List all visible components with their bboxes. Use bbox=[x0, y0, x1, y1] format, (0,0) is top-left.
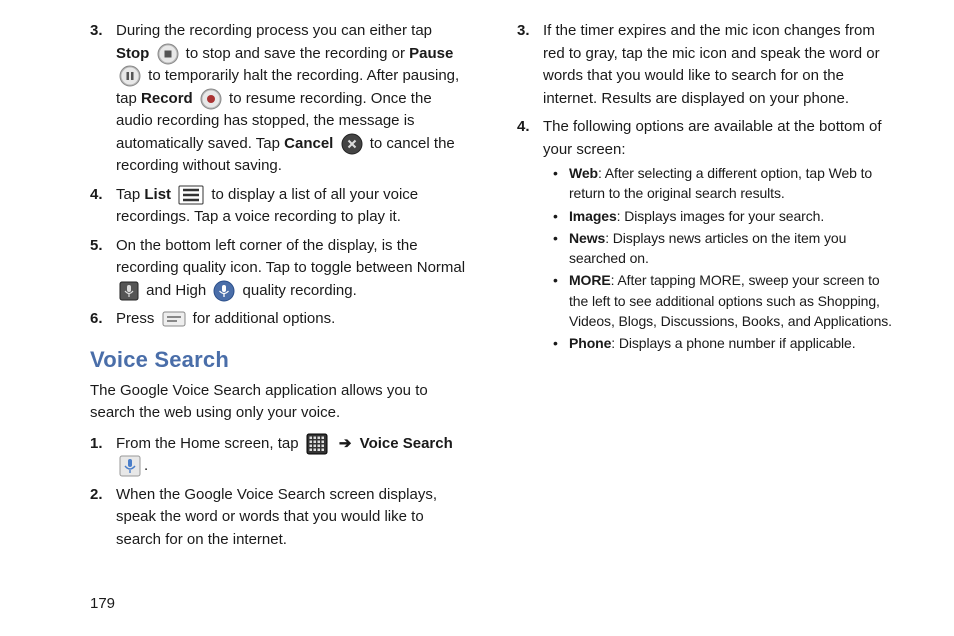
step-number: 3. bbox=[90, 20, 116, 178]
step-body: When the Google Voice Search screen disp… bbox=[116, 484, 467, 552]
record-icon bbox=[200, 88, 222, 110]
text-run: During the recording process you can eit… bbox=[116, 22, 432, 39]
text-run: to stop and save the recording or bbox=[182, 45, 410, 62]
bullet-label: News bbox=[569, 230, 605, 246]
mic-normal-icon bbox=[119, 281, 139, 301]
text-run: The following options are available at t… bbox=[543, 118, 882, 158]
step-number: 1. bbox=[90, 433, 116, 478]
numbered-step: 4. Tap List to display a list of all you… bbox=[90, 184, 467, 229]
text-run bbox=[333, 135, 337, 152]
bold-text: Voice Search bbox=[360, 435, 453, 452]
bold-text: List bbox=[144, 186, 171, 203]
step-body: The following options are available at t… bbox=[543, 116, 894, 356]
section-heading-voice-search: Voice Search bbox=[90, 343, 467, 376]
text-run bbox=[331, 435, 335, 452]
bullet-item: • News: Displays news articles on the it… bbox=[549, 228, 894, 269]
step-number: 3. bbox=[517, 20, 543, 110]
mic-high-icon bbox=[213, 280, 235, 302]
bold-text: Record bbox=[141, 90, 193, 107]
list-icon bbox=[178, 185, 204, 205]
bold-text: Stop bbox=[116, 45, 149, 62]
cancel-icon bbox=[341, 133, 363, 155]
bullet-item: • Phone: Displays a phone number if appl… bbox=[549, 333, 894, 353]
numbered-step: 5. On the bottom left corner of the disp… bbox=[90, 235, 467, 303]
bullet-marker: • bbox=[549, 270, 569, 331]
bullet-text: : Displays news articles on the item you… bbox=[569, 230, 846, 266]
left-column: 3. During the recording process you can … bbox=[40, 20, 467, 580]
right-column: 3. If the timer expires and the mic icon… bbox=[507, 20, 914, 580]
page-number: 179 bbox=[90, 595, 115, 612]
numbered-step: 6. Press for additional options. bbox=[90, 308, 467, 331]
two-column-layout: 3. During the recording process you can … bbox=[40, 20, 914, 580]
step-number: 6. bbox=[90, 308, 116, 331]
bullet-text: : After selecting a different option, ta… bbox=[569, 165, 872, 201]
numbered-step: 2. When the Google Voice Search screen d… bbox=[90, 484, 467, 552]
bullet-label: Images bbox=[569, 208, 617, 224]
pause-icon bbox=[119, 65, 141, 87]
bullet-item: • Images: Displays images for your searc… bbox=[549, 206, 894, 226]
bullet-label: Phone bbox=[569, 335, 611, 351]
bullet-text: : Displays a phone number if applicable. bbox=[611, 335, 855, 351]
bold-text: Pause bbox=[409, 45, 453, 62]
bullet-body: Phone: Displays a phone number if applic… bbox=[569, 333, 894, 353]
text-run: . bbox=[144, 457, 148, 474]
text-run: Press bbox=[116, 310, 159, 327]
bullet-text: : Displays images for your search. bbox=[617, 208, 824, 224]
bullet-marker: • bbox=[549, 206, 569, 226]
section-lead: The Google Voice Search application allo… bbox=[90, 380, 467, 425]
bullet-body: Web: After selecting a different option,… bbox=[569, 163, 894, 204]
text-run bbox=[171, 186, 175, 203]
text-run: From the Home screen, tap bbox=[116, 435, 303, 452]
step-body: On the bottom left corner of the display… bbox=[116, 235, 467, 303]
stop-icon bbox=[157, 43, 179, 65]
text-run: On the bottom left corner of the display… bbox=[116, 237, 465, 277]
step-body: Tap List to display a list of all your v… bbox=[116, 184, 467, 229]
bullet-item: • Web: After selecting a different optio… bbox=[549, 163, 894, 204]
text-run: Tap bbox=[116, 186, 144, 203]
bullet-body: News: Displays news articles on the item… bbox=[569, 228, 894, 269]
step-number: 5. bbox=[90, 235, 116, 303]
bullet-label: MORE bbox=[569, 272, 611, 288]
step-body: During the recording process you can eit… bbox=[116, 20, 467, 178]
text-run: and High bbox=[142, 282, 210, 299]
bullet-marker: • bbox=[549, 333, 569, 353]
numbered-step: 3. If the timer expires and the mic icon… bbox=[517, 20, 894, 110]
voice-search-icon bbox=[119, 455, 141, 477]
bullet-text: : After tapping MORE, sweep your screen … bbox=[569, 272, 892, 329]
bullet-label: Web bbox=[569, 165, 598, 181]
bold-text: Cancel bbox=[284, 135, 333, 152]
text-run bbox=[193, 90, 197, 107]
numbered-step: 1. From the Home screen, tap ➔ Voice Sea… bbox=[90, 433, 467, 478]
step-number: 4. bbox=[517, 116, 543, 356]
bullet-list: • Web: After selecting a different optio… bbox=[543, 163, 894, 354]
bullet-body: MORE: After tapping MORE, sweep your scr… bbox=[569, 270, 894, 331]
text-run: for additional options. bbox=[189, 310, 336, 327]
numbered-step: 4. The following options are available a… bbox=[517, 116, 894, 356]
step-body: Press for additional options. bbox=[116, 308, 467, 331]
bullet-marker: • bbox=[549, 228, 569, 269]
step-number: 4. bbox=[90, 184, 116, 229]
step-body: If the timer expires and the mic icon ch… bbox=[543, 20, 894, 110]
apps-icon bbox=[306, 433, 328, 455]
bullet-marker: • bbox=[549, 163, 569, 204]
step-number: 2. bbox=[90, 484, 116, 552]
text-run: quality recording. bbox=[238, 282, 356, 299]
numbered-step: 3. During the recording process you can … bbox=[90, 20, 467, 178]
bullet-item: • MORE: After tapping MORE, sweep your s… bbox=[549, 270, 894, 331]
bullet-body: Images: Displays images for your search. bbox=[569, 206, 894, 226]
text-run: If the timer expires and the mic icon ch… bbox=[543, 22, 880, 107]
arrow-icon: ➔ bbox=[339, 435, 352, 452]
step-body: From the Home screen, tap ➔ Voice Search… bbox=[116, 433, 467, 478]
menu-icon bbox=[162, 311, 186, 327]
text-run bbox=[149, 45, 153, 62]
text-run: When the Google Voice Search screen disp… bbox=[116, 486, 437, 548]
